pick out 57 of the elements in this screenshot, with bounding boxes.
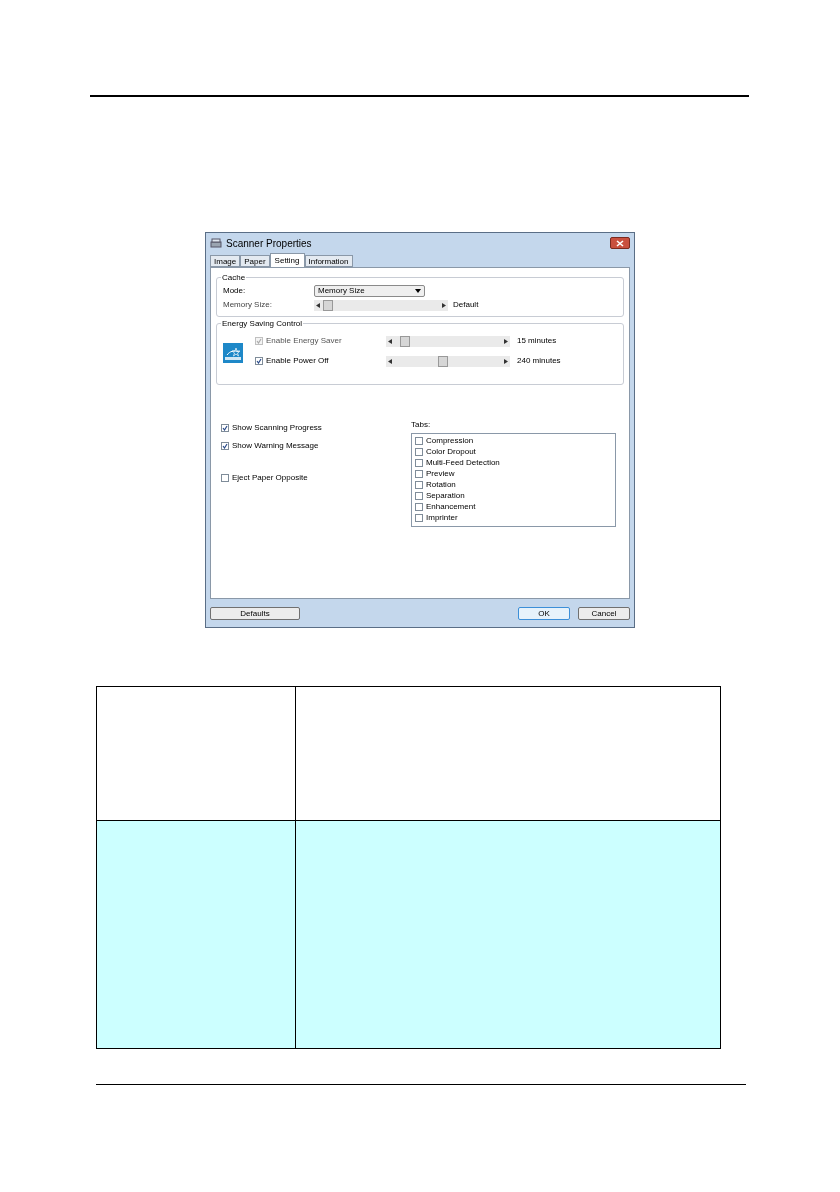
slider-value: Default xyxy=(453,299,479,311)
field-label: Mode: xyxy=(223,285,247,297)
left-arrow-icon[interactable] xyxy=(388,338,392,344)
checkbox[interactable] xyxy=(221,474,229,482)
checkbox[interactable] xyxy=(415,513,423,522)
checkbox[interactable] xyxy=(415,469,423,478)
right-arrow-icon[interactable] xyxy=(504,358,508,364)
window-title: Scanner Properties xyxy=(226,236,313,251)
checkbox[interactable] xyxy=(221,442,229,450)
checkbox-label: Show Warning Message xyxy=(232,440,319,452)
group-title: Energy Saving Control xyxy=(221,318,304,330)
slider-thumb[interactable] xyxy=(322,299,333,311)
right-arrow-icon[interactable] xyxy=(504,338,508,344)
energy-star-logo-icon xyxy=(223,343,243,363)
checkbox-label: Color Dropout xyxy=(426,445,476,458)
checkbox-label: Enhancement xyxy=(426,500,476,513)
close-button[interactable] xyxy=(610,237,630,249)
slider[interactable] xyxy=(386,335,510,347)
slider-thumb[interactable] xyxy=(437,355,448,367)
close-icon xyxy=(616,239,624,247)
checkbox[interactable] xyxy=(415,502,423,511)
checkbox-label: Eject Paper Opposite xyxy=(232,472,308,484)
checkbox-label: Separation xyxy=(426,489,465,502)
checkbox-label: Rotation xyxy=(426,478,456,491)
slider-value: 15 minutes xyxy=(517,335,557,347)
checkbox[interactable] xyxy=(415,480,423,489)
checkbox[interactable] xyxy=(255,357,263,365)
left-arrow-icon[interactable] xyxy=(388,358,392,364)
mode-dropdown[interactable]: Memory Size xyxy=(314,285,425,297)
tab[interactable]: Image xyxy=(210,255,241,267)
slider[interactable] xyxy=(314,299,448,311)
checkbox-label: Enable Power Off xyxy=(266,355,329,367)
checkbox-label: Compression xyxy=(426,434,474,447)
checkbox-label: Multi-Feed Detection xyxy=(426,456,500,469)
checkbox-label: Imprinter xyxy=(426,511,458,524)
slider[interactable] xyxy=(386,355,510,367)
checkbox[interactable] xyxy=(415,447,423,456)
slider-value: 240 minutes xyxy=(517,355,561,367)
left-arrow-icon[interactable] xyxy=(316,302,320,308)
checkbox[interactable] xyxy=(221,424,229,432)
right-arrow-icon[interactable] xyxy=(442,302,446,308)
tab[interactable]: Information xyxy=(304,255,353,267)
tab[interactable]: Setting xyxy=(269,253,305,267)
checkbox[interactable] xyxy=(415,458,423,467)
checkbox-label: Enable Energy Saver xyxy=(266,335,342,347)
scanner-icon xyxy=(210,238,222,248)
list-label: Tabs: xyxy=(411,419,432,431)
checkbox-label: Preview xyxy=(426,467,455,480)
field-label: Memory Size: xyxy=(223,299,273,311)
dropdown-arrow-icon xyxy=(415,289,421,293)
dialog-button[interactable]: Cancel xyxy=(578,606,630,620)
checkbox[interactable] xyxy=(415,436,423,445)
tab[interactable]: Paper xyxy=(240,255,270,267)
checkbox[interactable] xyxy=(415,491,423,500)
dialog-button[interactable]: Defaults xyxy=(210,606,300,620)
dialog-button[interactable]: OK xyxy=(518,606,570,620)
checkbox-label: Show Scanning Progress xyxy=(232,422,322,434)
